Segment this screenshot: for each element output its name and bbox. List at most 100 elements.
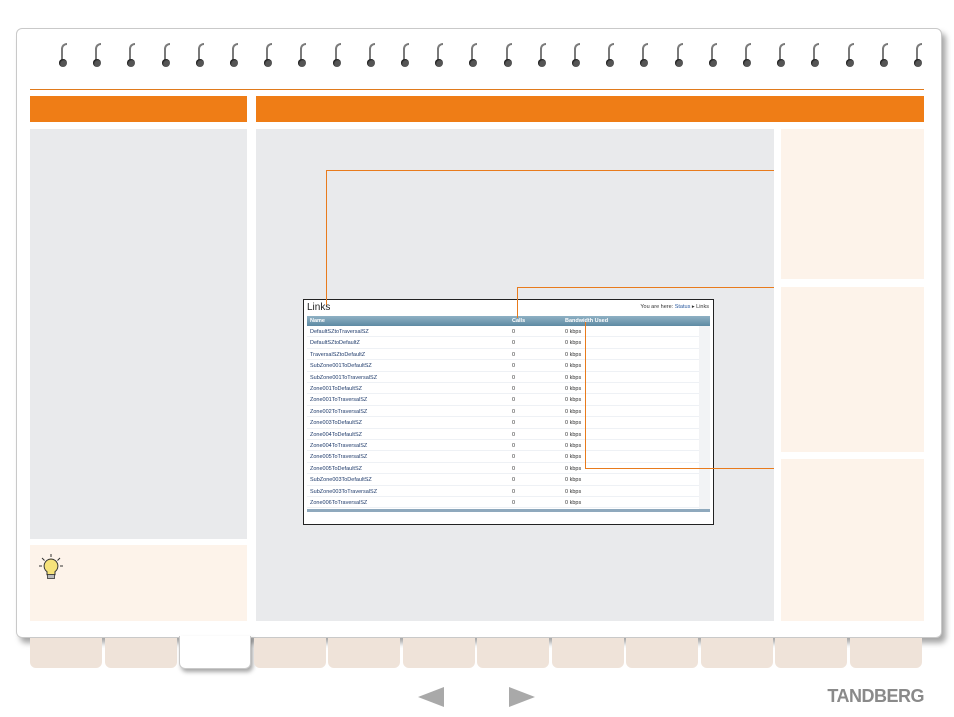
binding-ring bbox=[570, 43, 584, 69]
section-tab[interactable] bbox=[30, 638, 102, 668]
section-tab[interactable] bbox=[626, 638, 698, 668]
table-row: DefaultSZtoDefaultZ 0 0 kbps bbox=[307, 337, 699, 349]
link-name[interactable]: Zone005ToDefaultSZ bbox=[310, 466, 362, 472]
column-header-bandwidth[interactable]: Bandwidth Used bbox=[565, 318, 608, 324]
table-row: Zone006ToTraversalSZ 0 0 kbps bbox=[307, 497, 699, 509]
right-section-header-bar bbox=[256, 96, 924, 122]
binding-ring bbox=[125, 43, 139, 69]
link-bandwidth: 0 kbps bbox=[565, 340, 582, 347]
binding-ring bbox=[638, 43, 652, 69]
table-row: SubZone003ToDefaultSZ 0 0 kbps bbox=[307, 474, 699, 486]
ring-hole bbox=[93, 59, 102, 67]
link-bandwidth: 0 kbps bbox=[565, 420, 582, 427]
link-bandwidth: 0 kbps bbox=[565, 465, 582, 472]
table-row: SubZone001ToTraversalSZ 0 0 kbps bbox=[307, 372, 699, 383]
link-name[interactable]: Zone005ToTraversalSZ bbox=[310, 454, 367, 460]
link-name[interactable]: Zone004ToDefaultSZ bbox=[310, 432, 362, 438]
link-name[interactable]: Zone001ToDefaultSZ bbox=[310, 386, 362, 392]
table-row: SubZone003ToTraversalSZ 0 0 kbps bbox=[307, 486, 699, 497]
link-name[interactable]: DefaultSZtoTraversalSZ bbox=[310, 329, 369, 335]
ring-hole bbox=[59, 59, 67, 67]
ring-hole bbox=[435, 59, 444, 67]
table-row: TraversalSZtoDefaultZ 0 0 kbps bbox=[307, 349, 699, 361]
section-tab[interactable] bbox=[179, 636, 251, 669]
link-calls: 0 bbox=[512, 386, 516, 392]
link-calls: 0 bbox=[512, 397, 516, 404]
ring-hole bbox=[264, 59, 273, 67]
section-tab[interactable] bbox=[700, 638, 773, 668]
ring-hole bbox=[469, 59, 478, 67]
link-name[interactable]: SubZone003ToTraversalSZ bbox=[310, 489, 377, 495]
table-scrollbar[interactable] bbox=[699, 326, 710, 509]
ring-hole bbox=[332, 59, 341, 67]
link-name[interactable]: SubZone003ToDefaultSZ bbox=[310, 477, 372, 483]
ring-hole bbox=[606, 59, 615, 67]
section-tab[interactable] bbox=[253, 638, 326, 668]
callout-panel-bandwidth bbox=[781, 459, 924, 621]
link-name[interactable]: Zone004ToTraversalSZ bbox=[310, 443, 367, 449]
table-row: Zone001ToTraversalSZ 0 0 kbps bbox=[307, 394, 699, 406]
callout-panel-calls bbox=[781, 287, 924, 452]
link-name[interactable]: Zone003ToDefaultSZ bbox=[310, 420, 362, 426]
breadcrumb-status-link[interactable]: Status bbox=[675, 304, 691, 310]
section-tab[interactable] bbox=[328, 638, 400, 668]
binding-ring bbox=[160, 43, 174, 69]
binding-ring bbox=[228, 43, 242, 69]
link-name[interactable]: SubZone001ToDefaultSZ bbox=[310, 363, 372, 369]
ring-hole bbox=[708, 59, 717, 67]
table-row: Zone005ToTraversalSZ 0 0 kbps bbox=[307, 451, 699, 463]
link-bandwidth: 0 kbps bbox=[565, 443, 582, 449]
binding-ring bbox=[331, 43, 345, 69]
section-tab[interactable] bbox=[775, 638, 847, 668]
link-calls: 0 bbox=[512, 443, 516, 449]
previous-arrow-icon[interactable] bbox=[418, 687, 444, 707]
link-name[interactable]: TraversalSZtoDefaultZ bbox=[310, 352, 365, 358]
column-header-name[interactable]: Name bbox=[310, 318, 325, 324]
callout-line-bandwidth bbox=[585, 468, 774, 469]
link-name[interactable]: SubZone001ToTraversalSZ bbox=[310, 375, 377, 381]
links-screenshot: Links You are here: Status ▸ Links Name … bbox=[303, 299, 714, 525]
lightbulb-icon bbox=[39, 554, 63, 579]
binding-ring bbox=[57, 43, 71, 69]
section-tab[interactable] bbox=[551, 638, 624, 668]
table-row: Zone001ToDefaultSZ 0 0 kbps bbox=[307, 383, 699, 395]
link-calls: 0 bbox=[512, 477, 516, 484]
link-bandwidth: 0 kbps bbox=[565, 329, 582, 335]
column-header-calls[interactable]: Calls bbox=[512, 318, 525, 324]
link-calls: 0 bbox=[512, 488, 516, 495]
binding-ring bbox=[878, 43, 892, 69]
section-tab[interactable] bbox=[849, 638, 922, 668]
spiral-binding bbox=[57, 43, 937, 73]
binding-ring bbox=[262, 43, 276, 69]
link-calls: 0 bbox=[512, 363, 516, 370]
link-calls: 0 bbox=[512, 374, 516, 381]
ring-hole bbox=[127, 59, 136, 67]
binding-ring bbox=[296, 43, 310, 69]
binding-ring bbox=[433, 43, 447, 69]
section-tab[interactable] bbox=[402, 638, 475, 668]
binding-ring bbox=[365, 43, 379, 69]
binding-ring bbox=[467, 43, 481, 69]
link-name[interactable]: Zone001ToTraversalSZ bbox=[310, 397, 367, 403]
callout-panel-name bbox=[781, 129, 924, 279]
table-row: DefaultSZtoTraversalSZ 0 0 kbps bbox=[307, 326, 699, 338]
link-name[interactable]: Zone006ToTraversalSZ bbox=[310, 500, 367, 506]
section-tab[interactable] bbox=[104, 638, 177, 668]
binding-ring bbox=[775, 43, 789, 69]
binding-ring bbox=[604, 43, 618, 69]
ring-hole bbox=[777, 59, 786, 67]
table-row: Zone002ToTraversalSZ 0 0 kbps bbox=[307, 406, 699, 418]
link-name[interactable]: DefaultSZtoDefaultZ bbox=[310, 340, 360, 346]
callout-line-bandwidth-rise bbox=[585, 322, 586, 469]
table-row: SubZone001ToDefaultSZ 0 0 kbps bbox=[307, 360, 699, 372]
link-bandwidth: 0 kbps bbox=[565, 386, 582, 392]
link-name[interactable]: Zone002ToTraversalSZ bbox=[310, 409, 367, 415]
next-arrow-icon[interactable] bbox=[509, 687, 535, 707]
link-bandwidth: 0 kbps bbox=[565, 408, 582, 415]
link-bandwidth: 0 kbps bbox=[565, 477, 582, 484]
section-tab[interactable] bbox=[477, 638, 549, 668]
link-calls: 0 bbox=[512, 408, 516, 415]
ring-hole bbox=[195, 59, 204, 67]
left-section-header-bar bbox=[30, 96, 247, 122]
binding-ring bbox=[809, 43, 823, 69]
